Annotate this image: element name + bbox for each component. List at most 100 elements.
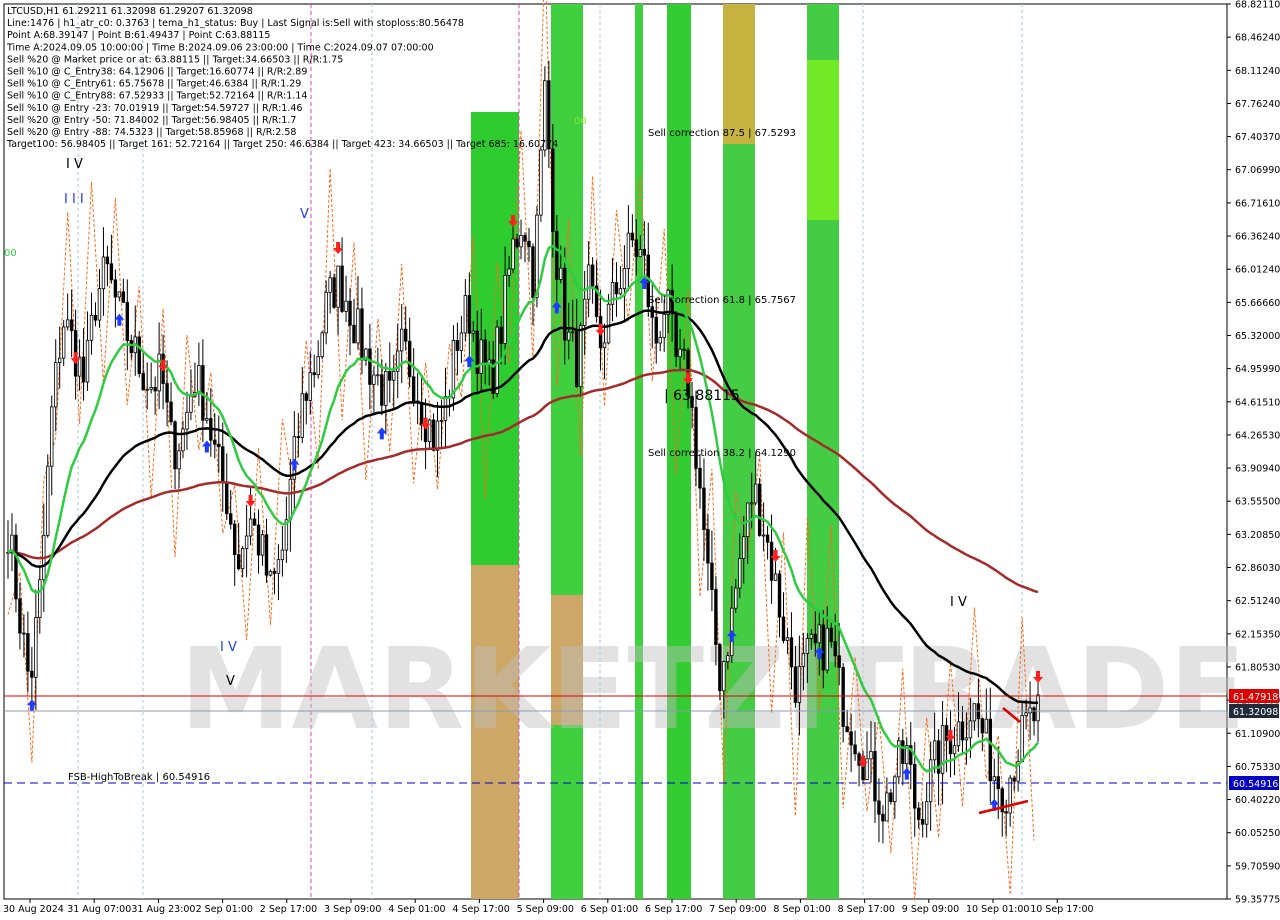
candle-body — [85, 339, 90, 383]
candle-body — [264, 534, 269, 576]
zone-band — [635, 4, 643, 899]
candle-body — [769, 541, 774, 581]
candle-body — [232, 523, 237, 555]
candle-body — [288, 478, 293, 521]
candle-body — [881, 813, 885, 822]
candle-body — [658, 337, 662, 344]
x-tick-label: 6 Sep 17:00 — [645, 904, 702, 915]
candle-body — [403, 328, 408, 342]
candle-body — [236, 554, 241, 570]
x-tick-label: 4 Sep 17:00 — [452, 904, 509, 915]
candle-body — [18, 598, 22, 634]
candle-body — [348, 300, 352, 326]
candle-body — [65, 319, 70, 328]
zone-band — [723, 4, 755, 144]
candle-body — [523, 234, 527, 242]
red-level-tag: 61.47918 — [1229, 689, 1279, 703]
x-tick-label: 10 Sep 17:00 — [1030, 904, 1093, 915]
candle-body — [419, 401, 424, 426]
candle-body — [718, 644, 722, 692]
y-tick-label: 66.01240 — [1235, 265, 1280, 276]
candle-body — [924, 801, 929, 825]
candle-body — [972, 703, 977, 722]
candle-body — [853, 744, 857, 755]
candle-body — [217, 443, 221, 448]
candle-body — [503, 275, 507, 344]
candle-body — [742, 536, 746, 559]
zone-band — [807, 60, 839, 220]
candle-body — [384, 371, 388, 406]
candle-body — [749, 502, 754, 505]
candle-body — [225, 481, 229, 515]
candle-body — [129, 340, 133, 354]
candle-body — [980, 718, 985, 734]
candle-body — [662, 314, 666, 338]
candle-body — [956, 721, 961, 747]
candle-body — [185, 411, 189, 430]
y-tick-label: 60.05250 — [1235, 828, 1280, 839]
candle-body — [376, 374, 380, 377]
y-tick-label: 62.86030 — [1235, 563, 1280, 574]
candle-body — [240, 548, 245, 570]
candle-body — [392, 370, 396, 381]
candle-body — [889, 792, 893, 803]
candle-body — [296, 436, 301, 439]
candle-body — [555, 231, 559, 280]
y-tick-label: 66.71610 — [1235, 198, 1280, 209]
candle-body — [137, 336, 141, 374]
candle-body — [964, 737, 969, 741]
y-tick-label: 67.40370 — [1235, 132, 1280, 143]
info-line: Sell %10 @ C_Entry38: 64.12906 || Target… — [7, 67, 307, 78]
candle-body — [920, 819, 925, 825]
candle-body — [431, 419, 436, 451]
candle-body — [622, 268, 627, 290]
edge-label: 00 — [4, 248, 17, 259]
svg-text:61.32098: 61.32098 — [1233, 707, 1278, 718]
candle-body — [638, 249, 643, 258]
candle-body — [50, 406, 54, 467]
candle-body — [813, 633, 818, 644]
candle-body — [312, 372, 316, 376]
candle-body — [407, 340, 412, 378]
candle-body — [642, 249, 647, 256]
candle-body — [511, 238, 515, 270]
y-tick-label: 65.32000 — [1235, 331, 1280, 342]
svg-text:60.54916: 60.54916 — [1233, 779, 1278, 790]
candle-body — [515, 238, 519, 248]
candle-body — [69, 319, 74, 332]
candle-body — [292, 436, 297, 480]
candle-body — [821, 624, 825, 671]
candle-body — [435, 420, 440, 451]
candle-body — [1032, 707, 1036, 722]
candle-body — [411, 376, 416, 402]
candle-body — [877, 800, 881, 815]
candle-body — [1028, 707, 1032, 714]
candle-body — [141, 373, 145, 391]
y-tick-label: 64.61510 — [1235, 397, 1280, 408]
candle-body — [97, 288, 102, 321]
x-tick-label: 2 Sep 17:00 — [260, 904, 317, 915]
candle-body — [149, 386, 153, 390]
candle-body — [507, 268, 511, 276]
candle-body — [360, 308, 364, 361]
candle-body — [849, 731, 853, 746]
x-tick-label: 30 Aug 2024 — [3, 904, 64, 915]
candle-body — [551, 148, 555, 232]
info-line: Point A:68.39147 | Point B:61.49437 | Po… — [7, 30, 270, 41]
candle-body — [197, 365, 201, 393]
candle-body — [765, 534, 770, 543]
y-tick-label: 68.46240 — [1235, 33, 1280, 44]
candle-body — [582, 298, 587, 326]
candle-body — [913, 764, 917, 809]
price-chart[interactable]: MARKETZITRADE FSB-HighToBreak | 60.54916… — [0, 0, 1280, 920]
candle-body — [439, 420, 444, 422]
candle-body — [618, 288, 623, 295]
candle-body — [757, 483, 762, 536]
info-line: Sell %20 @ Entry -50: 71.84002 || Target… — [7, 115, 296, 126]
wave-label: I I I — [64, 192, 84, 207]
candle-body — [344, 300, 348, 312]
x-tick-label: 5 Sep 09:00 — [517, 904, 574, 915]
candle-body — [30, 670, 34, 678]
candle-body — [93, 314, 98, 321]
y-tick-label: 63.55500 — [1235, 497, 1280, 508]
